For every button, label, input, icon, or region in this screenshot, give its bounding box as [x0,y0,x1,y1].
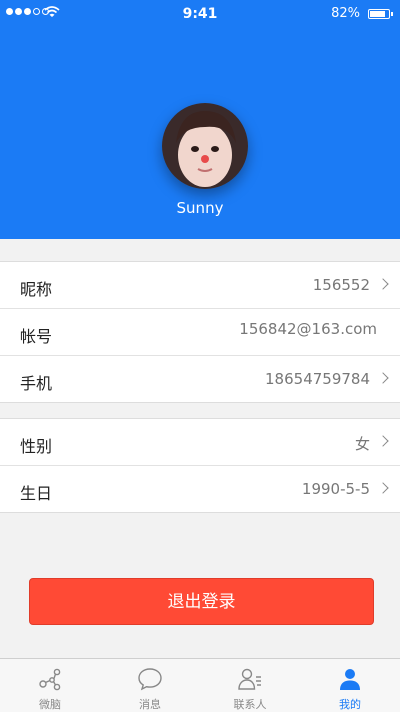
tab-label: 微脑 [39,698,61,711]
nickname-value: 156552 [312,276,370,294]
birthday-label: 生日 [20,484,53,503]
personal-info-group: 性别 女 生日 1990-5-5 [0,418,400,513]
chevron-right-icon [377,278,389,290]
tab-label: 消息 [139,698,161,711]
profile-header: 9:41 82% Sunny [0,0,400,239]
logout-button[interactable]: 退出登录 [29,578,374,625]
phone-label: 手机 [20,374,53,393]
status-bar: 9:41 82% [0,0,400,28]
account-label: 帐号 [20,327,53,346]
tab-me[interactable]: 我的 [300,659,400,712]
chevron-right-icon [377,435,389,447]
nickname-label: 昵称 [20,280,53,299]
avatar[interactable] [162,103,248,189]
chevron-right-icon [377,482,389,494]
nickname-row[interactable]: 昵称 156552 [0,262,400,309]
gender-label: 性别 [20,437,53,456]
tab-contacts[interactable]: 联系人 [200,659,300,712]
message-icon [138,668,162,691]
share-icon [39,668,61,691]
tab-label: 我的 [339,698,361,711]
account-value: 156842@163.com [239,320,377,338]
account-row: 帐号 156842@163.com [0,309,400,356]
tab-messages[interactable]: 消息 [100,659,200,712]
phone-value: 18654759784 [265,370,370,388]
tab-weinao[interactable]: 微脑 [0,659,100,712]
battery-percentage: 82% [331,6,360,21]
gender-value: 女 [354,435,370,453]
person-icon [340,669,360,690]
account-info-group: 昵称 156552 帐号 156842@163.com 手机 186547597… [0,261,400,403]
birthday-value: 1990-5-5 [301,480,370,498]
battery-icon [368,9,393,19]
contacts-icon [238,668,261,690]
birthday-row[interactable]: 生日 1990-5-5 [0,466,400,512]
tab-bar: 微脑 消息 联系人 我的 [0,658,400,712]
chevron-right-icon [377,372,389,384]
phone-row[interactable]: 手机 18654759784 [0,356,400,402]
gender-row[interactable]: 性别 女 [0,419,400,466]
tab-label: 联系人 [233,698,267,711]
username: Sunny [176,199,224,217]
